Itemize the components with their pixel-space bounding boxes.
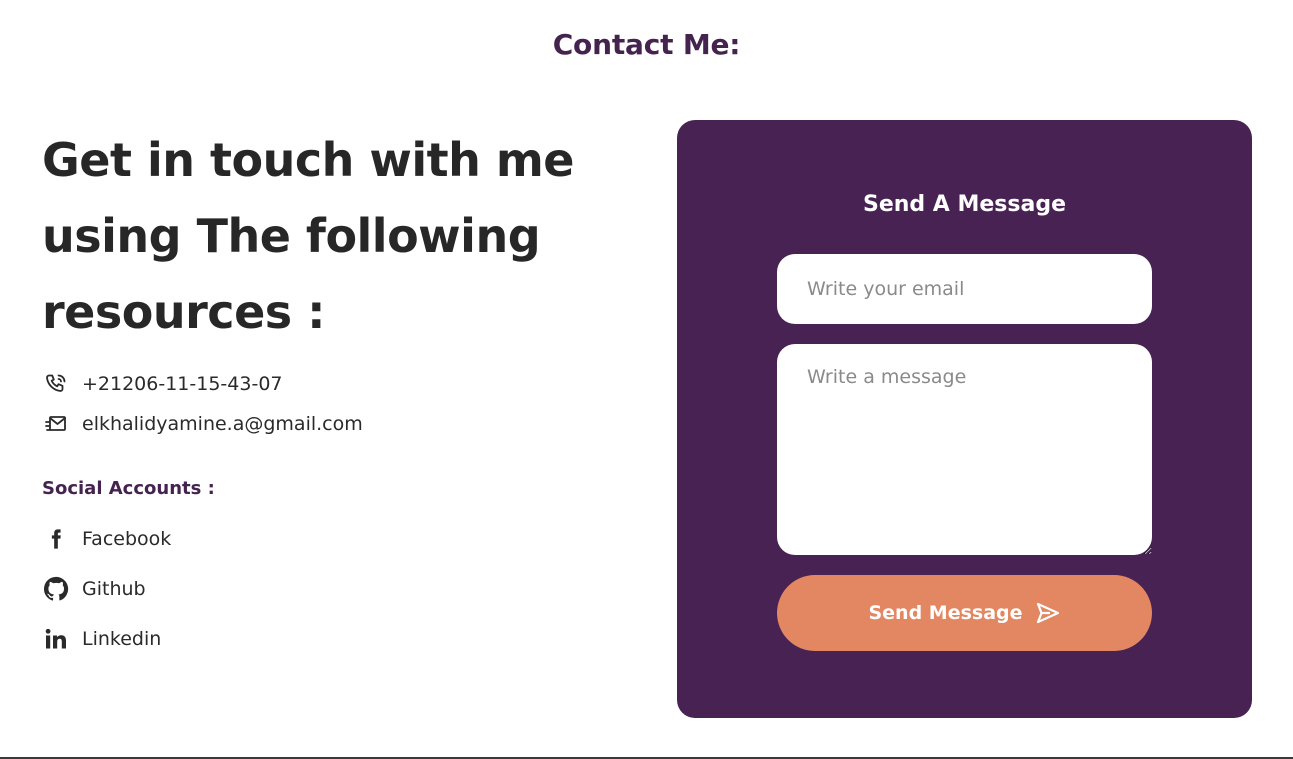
send-message-button[interactable]: Send Message (777, 575, 1152, 651)
email-row: elkhalidyamine.a@gmail.com (42, 404, 632, 444)
linkedin-icon (42, 625, 70, 653)
form-title: Send A Message (862, 192, 1067, 217)
email-input[interactable] (777, 254, 1152, 324)
social-accounts-title: Social Accounts : (42, 478, 215, 499)
social-link-linkedin[interactable]: Linkedin (42, 614, 632, 664)
message-input[interactable] (777, 344, 1152, 555)
send-button-label: Send Message (868, 602, 1023, 624)
email-address: elkhalidyamine.a@gmail.com (82, 413, 363, 435)
contact-page: Contact Me: Get in touch with me using T… (0, 0, 1293, 759)
social-label-github: Github (82, 578, 146, 600)
phone-row: +21206-11-15-43-07 (42, 364, 632, 404)
facebook-icon (42, 525, 70, 553)
phone-number: +21206-11-15-43-07 (82, 373, 283, 395)
message-form-card: Send A Message Send Message (677, 120, 1252, 718)
social-label-facebook: Facebook (82, 528, 172, 550)
social-list: Facebook Github Linkedin (42, 514, 632, 664)
section-title: Contact Me: (552, 28, 741, 61)
social-link-github[interactable]: Github (42, 564, 632, 614)
contact-list: +21206-11-15-43-07 elkhalidyamine.a@gmai… (42, 364, 632, 444)
headline: Get in touch with me using The following… (42, 133, 575, 339)
contact-info-panel: Get in touch with me using The following… (42, 122, 632, 664)
phone-icon (42, 370, 70, 398)
send-icon (1035, 601, 1061, 625)
email-icon (42, 410, 70, 438)
github-icon (42, 575, 70, 603)
social-label-linkedin: Linkedin (82, 628, 162, 650)
social-link-facebook[interactable]: Facebook (42, 514, 632, 564)
